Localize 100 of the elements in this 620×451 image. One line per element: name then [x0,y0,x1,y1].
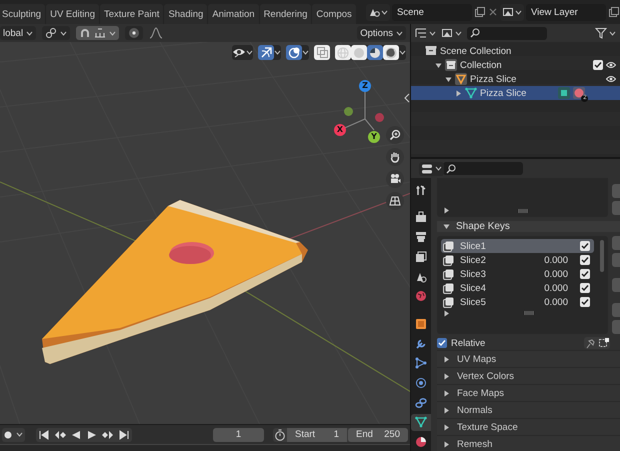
proportional-edit-button[interactable] [125,26,144,40]
play-reverse-icon[interactable] [70,428,82,441]
display-mode-dropdown[interactable] [415,27,436,39]
record-button[interactable] [2,428,25,442]
shape-key-value[interactable]: 0.000 [528,254,568,266]
close-icon[interactable] [488,7,498,17]
editor-type-dropdown[interactable] [419,162,444,176]
copy-icon[interactable] [608,6,620,18]
jump-end-icon[interactable] [118,428,130,441]
collapsed-arrow-icon[interactable] [443,440,450,448]
checkbox[interactable] [437,338,447,348]
axis-dot[interactable] [375,113,384,122]
grip-icon[interactable] [518,208,528,214]
panel-header[interactable]: Shape Keys [437,221,620,232]
collapsed-arrow-icon[interactable] [443,424,450,430]
collapsed-arrow-icon[interactable] [443,207,450,214]
gizmo-toggle[interactable] [258,45,274,60]
outliner-row[interactable]: Scene Collection [411,44,620,58]
snap-dropdown[interactable] [76,26,120,40]
panel-header[interactable]: Texture Space [437,418,620,435]
outliner-row[interactable]: Collection [411,58,620,72]
start-frame-field[interactable]: Start 1 [287,428,347,442]
pin-icon[interactable] [584,337,597,349]
shape-key-value[interactable]: 0.000 [528,268,568,280]
shape-key-row[interactable]: Slice1 [441,239,594,253]
axis-dot[interactable] [344,107,353,116]
shading-mode-button[interactable] [335,45,351,60]
collapsed-arrow-icon[interactable] [443,310,450,316]
expanded-arrow-icon[interactable] [443,223,450,230]
view-layer-field[interactable]: View Layer [526,4,606,20]
orientation-dropdown[interactable]: lobal [0,26,36,40]
checkbox[interactable] [580,283,590,293]
workspace-tab[interactable]: Texture Paint [100,4,164,24]
shading-mode-button[interactable] [383,45,399,60]
collapsed-arrow-icon[interactable] [443,356,450,362]
xray-toggle[interactable] [314,45,330,60]
shape-key-value[interactable]: 0.000 [528,282,568,294]
scene-selector-button[interactable] [366,4,390,20]
eye-icon[interactable] [606,75,616,83]
checkbox[interactable] [580,269,590,279]
caret-icon [16,432,23,438]
checkbox[interactable] [580,255,590,265]
workspace-tab[interactable]: Animation [208,4,259,24]
properties-tab[interactable] [411,414,431,432]
pivot-dropdown[interactable] [42,26,70,40]
play-icon[interactable] [86,428,98,441]
outliner-row[interactable]: Pizza Slice [411,72,620,86]
visibility-dropdown[interactable] [232,45,253,60]
camera-icon[interactable] [386,170,404,188]
stopwatch-icon[interactable] [273,428,287,441]
panel-header[interactable]: Face Maps [437,384,620,401]
edit-mode-icon[interactable] [597,337,610,349]
previous-keyframe-icon[interactable] [54,428,66,441]
workspace-tab[interactable]: Compos [312,4,356,24]
search-field[interactable] [443,162,523,175]
next-keyframe-icon[interactable] [102,428,114,441]
shape-key-row[interactable]: Slice4 0.000 [441,281,594,295]
shape-key-value[interactable]: 0.000 [528,296,568,308]
collapsed-arrow-icon[interactable] [443,406,450,414]
view-layer-selector-button[interactable] [500,4,524,20]
copy-icon[interactable] [474,6,486,18]
hand-icon[interactable] [386,148,404,166]
search-field[interactable] [467,26,547,40]
checkbox[interactable] [580,297,590,307]
shape-key-row[interactable]: Slice5 0.000 [441,295,594,309]
panel-header[interactable]: UV Maps [437,350,620,367]
workspace-tab[interactable]: UV Editing [46,4,99,24]
axis-label[interactable]: Z [359,80,371,92]
collapsed-arrow-icon[interactable] [455,90,462,96]
grid-view-icon[interactable] [386,192,404,210]
collapsed-arrow-icon[interactable] [443,372,450,380]
options-dropdown[interactable]: Options [357,26,406,40]
camera-back-icon [415,211,427,224]
checkbox[interactable] [580,241,590,251]
falloff-curve-icon[interactable] [149,27,164,39]
workspace-tab[interactable]: Shading [164,4,208,24]
sidebar-collapse-icon[interactable] [404,93,410,103]
current-frame-field[interactable]: 1 [213,428,264,442]
grip-icon[interactable] [524,310,534,316]
shape-key-row[interactable]: Slice2 0.000 [441,253,594,267]
scene-field[interactable]: Scene [392,4,472,20]
jump-start-icon[interactable] [38,428,50,441]
eye-icon[interactable] [606,61,616,69]
zoom-icon[interactable] [386,126,404,144]
shape-key-row[interactable]: Slice3 0.000 [441,267,594,281]
workspace-tab[interactable]: Sculpting [0,4,46,24]
caret-icon [515,10,522,14]
shape-key-name: Slice4 [460,282,487,294]
shading-mode-button[interactable] [351,45,367,60]
collapsed-arrow-icon[interactable] [443,390,450,396]
filter-dropdown[interactable] [595,27,616,39]
axis-label[interactable]: Y [368,131,380,143]
axis-label[interactable]: X [334,124,346,136]
end-frame-field[interactable]: End 250 [348,428,408,442]
caret-icon [26,30,34,36]
checkbox[interactable] [593,60,603,70]
view-layer-filter-dropdown[interactable] [441,27,462,39]
shading-mode-button[interactable] [367,45,383,60]
workspace-tab[interactable]: Rendering [260,4,312,24]
overlay-toggle[interactable] [286,45,302,60]
